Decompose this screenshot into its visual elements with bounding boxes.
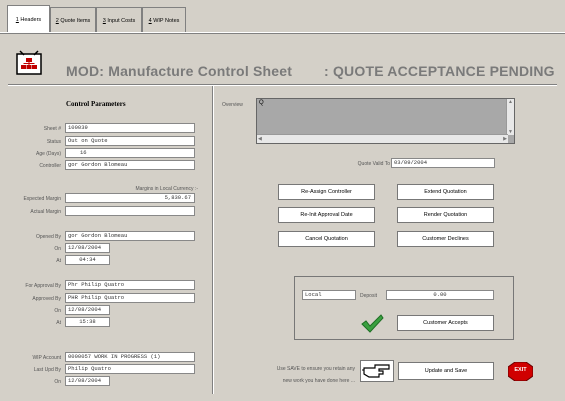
scroll-left-icon[interactable]: ◀ xyxy=(258,136,262,142)
age-label: Age (Days) xyxy=(35,151,61,157)
expected-margin-label: Expected Margin xyxy=(23,196,61,202)
tab-quote-items[interactable]: 2 Quote Items xyxy=(50,7,96,33)
reassign-controller-button[interactable]: Re-Assign Controller xyxy=(278,184,375,200)
overview-text: Q xyxy=(259,100,264,106)
update-and-save-button[interactable]: Update and Save xyxy=(398,362,494,380)
sheet-field[interactable]: 100039 xyxy=(65,123,195,133)
margins-heading: Margins in Local Currency :- xyxy=(135,186,198,192)
approved-on-field[interactable]: 12/08/2004 xyxy=(65,305,110,315)
tab-key: 2 xyxy=(55,17,59,24)
opened-by-label: Opened By xyxy=(35,234,61,240)
expected-margin-field[interactable]: 5,830.67 xyxy=(65,193,195,203)
quote-valid-label: Quote Valid To xyxy=(357,161,390,167)
customer-declines-button[interactable]: Customer Declines xyxy=(397,231,494,247)
tab-label: Quote Items xyxy=(60,17,91,24)
wip-account-label: WIP Account xyxy=(32,355,61,361)
last-updated-by-field[interactable]: Philip Quatro xyxy=(65,364,195,374)
control-parameters-heading: Control Parameters xyxy=(66,100,126,108)
exit-sign-icon[interactable]: EXIT xyxy=(507,361,534,382)
extend-quotation-button[interactable]: Extend Quotation xyxy=(397,184,494,200)
page-title: MOD: Manufacture Control Sheet xyxy=(66,63,293,79)
approved-on-label: On xyxy=(54,308,61,314)
status-field[interactable]: Out on Quote xyxy=(65,136,195,146)
status-title: : QUOTE ACCEPTANCE PENDING xyxy=(324,63,555,79)
opened-at-label: At xyxy=(56,258,61,264)
approved-by-label: Approved By xyxy=(32,296,61,302)
pointing-hand-icon xyxy=(360,360,394,382)
quote-valid-field[interactable]: 03/09/2004 xyxy=(391,158,495,168)
reinit-approval-button[interactable]: Re-Init Approval Date xyxy=(278,207,375,223)
save-note-line2: new work you have done here ... xyxy=(282,378,355,384)
approved-at-label: At xyxy=(56,320,61,326)
tab-label: Headers xyxy=(20,16,42,23)
controller-field[interactable]: gor Gordon Blomeau xyxy=(65,160,195,170)
controller-label: Controller xyxy=(39,163,61,169)
scroll-up-icon[interactable]: ▲ xyxy=(508,99,513,105)
approved-at-field[interactable]: 15:38 xyxy=(65,317,110,327)
sheet-label: Sheet # xyxy=(43,126,61,132)
deposit-field[interactable]: 0.00 xyxy=(386,290,494,300)
header-divider xyxy=(8,84,557,86)
opened-at-field[interactable]: 04:34 xyxy=(65,255,110,265)
overview-textarea[interactable]: Q ▲ ▼ ◀ ▶ xyxy=(256,98,515,144)
last-updated-on-field[interactable]: 12/08/2004 xyxy=(65,376,110,386)
tab-input-costs[interactable]: 3 Input Costs xyxy=(96,7,142,33)
opened-by-field[interactable]: gor Gordon Blomeau xyxy=(65,231,195,241)
actual-margin-label: Actual Margin xyxy=(30,209,61,215)
opened-on-label: On xyxy=(54,246,61,252)
scroll-down-icon[interactable]: ▼ xyxy=(508,129,513,135)
wip-account-field[interactable]: 0000057 WORK IN PROGRESS (1) xyxy=(65,352,195,362)
status-label: Status xyxy=(46,139,61,145)
column-divider xyxy=(212,86,214,394)
age-field[interactable]: 16 xyxy=(65,148,195,158)
last-updated-by-label: Last Upd By xyxy=(33,367,61,373)
tab-label: WIP Notes xyxy=(153,17,180,24)
tab-key: 1 xyxy=(15,16,19,23)
org-chart-icon xyxy=(16,50,42,76)
cancel-quotation-button[interactable]: Cancel Quotation xyxy=(278,231,375,247)
exit-label: EXIT xyxy=(514,367,527,373)
for-approval-label: For Approval By xyxy=(25,283,61,289)
tab-label: Input Costs xyxy=(107,17,136,24)
deposit-label: Deposit xyxy=(360,293,377,299)
tab-wip-notes[interactable]: 4 WIP Notes xyxy=(142,7,186,33)
tab-headers[interactable]: 1 Headers xyxy=(7,5,50,33)
approved-by-field[interactable]: PHR Philip Quatro xyxy=(65,293,195,303)
overview-vertical-scrollbar[interactable]: ▲ ▼ xyxy=(506,99,514,135)
tab-key: 3 xyxy=(102,17,106,24)
last-updated-on-label: On xyxy=(54,379,61,385)
for-approval-field[interactable]: Phr Philip Quatro xyxy=(65,280,195,290)
actual-margin-field[interactable] xyxy=(65,206,195,216)
customer-accepts-button[interactable]: Customer Accepts xyxy=(397,315,494,331)
tab-divider-shadow xyxy=(0,33,565,34)
opened-on-field[interactable]: 12/08/2004 xyxy=(65,243,110,253)
overview-horizontal-scrollbar[interactable]: ◀ ▶ xyxy=(257,134,508,143)
check-icon xyxy=(360,312,384,334)
render-quotation-button[interactable]: Render Quotation xyxy=(397,207,494,223)
scroll-right-icon[interactable]: ▶ xyxy=(503,136,507,142)
deposit-currency-field[interactable]: Local xyxy=(302,290,356,300)
overview-label: Overview xyxy=(222,102,243,108)
tab-key: 4 xyxy=(148,17,152,24)
save-note-line1: Use SAVE to ensure you retain any xyxy=(276,366,355,372)
